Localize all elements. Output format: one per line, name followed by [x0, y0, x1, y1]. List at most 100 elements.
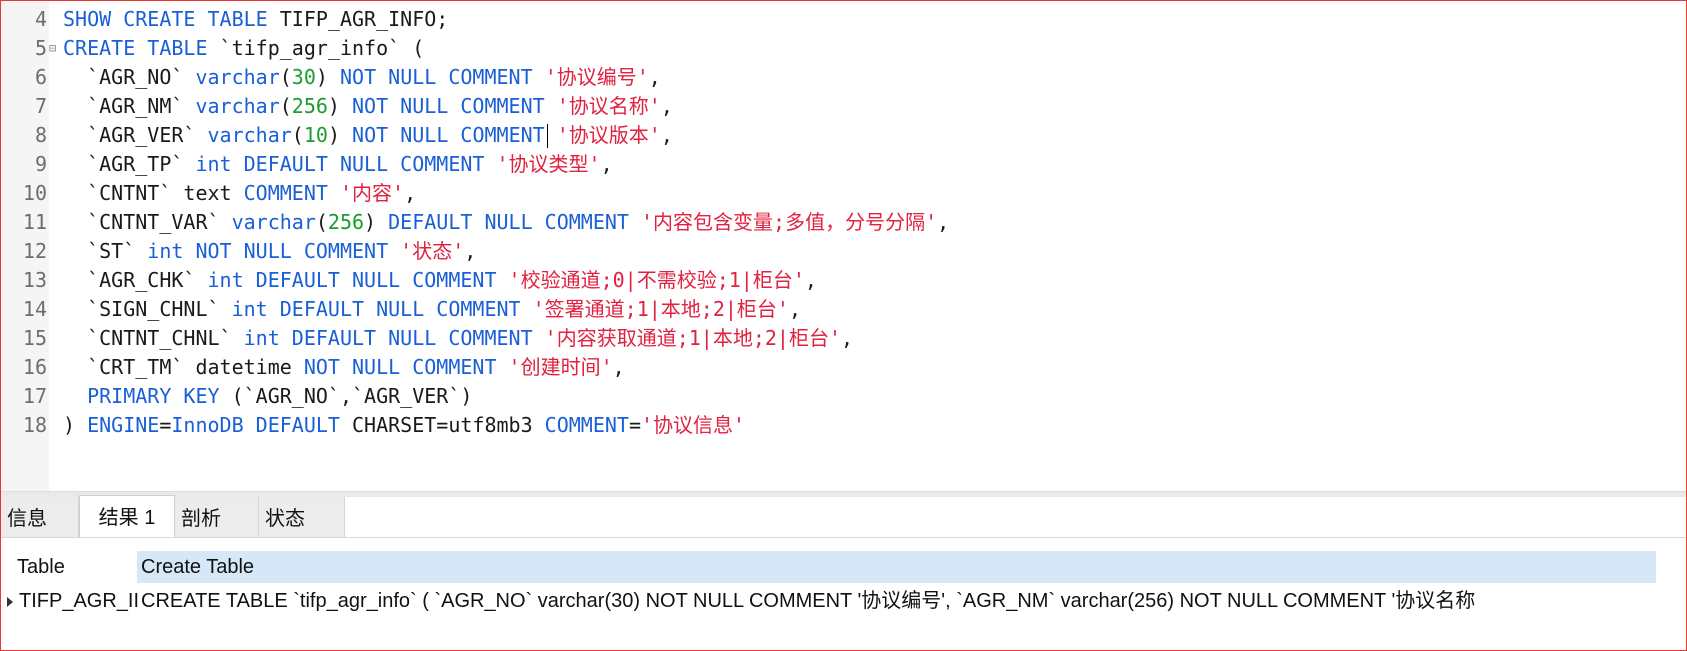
code-token-keyword: int DEFAULT NULL COMMENT: [207, 268, 497, 292]
code-token-text: ,: [660, 94, 673, 118]
code-line: `SIGN_CHNL` int DEFAULT NULL COMMENT '签署…: [63, 295, 801, 324]
text-caret: [547, 124, 548, 148]
code-token-text: `AGR_TP`: [63, 152, 196, 176]
code-token-string: '协议名称': [556, 94, 661, 118]
current-row-marker-icon: [7, 597, 13, 607]
code-token-number: 10: [303, 123, 328, 147]
line-number: 15: [22, 326, 47, 350]
code-token-string: '创建时间': [508, 355, 613, 379]
line-number: 9: [34, 152, 47, 176]
code-token-text: `ST`: [63, 239, 148, 263]
code-token-keyword: InnoDB DEFAULT: [171, 413, 340, 437]
code-token-string: '内容包含变量;多值，分号分隔': [641, 210, 938, 234]
code-line: SHOW CREATE TABLE TIFP_AGR_INFO;: [63, 5, 448, 34]
window-frame: 4 5 6 7 8 9 10 11 12 13 14 15 16 17 18 SHOW CREATE TAB…: [0, 0, 1687, 651]
code-line: `AGR_CHK` int DEFAULT NULL COMMENT '校验通道…: [63, 266, 817, 295]
code-token-keyword: varchar: [195, 94, 280, 118]
code-token-text: `tifp_agr_info` (: [207, 36, 425, 60]
code-token-text: ): [63, 413, 88, 437]
column-header-create-table[interactable]: Create Table: [137, 551, 1656, 583]
code-token-string: '协议信息': [641, 413, 746, 437]
code-token-keyword: COMMENT: [243, 181, 328, 205]
code-token-keyword: PRIMARY KEY: [87, 384, 220, 408]
code-line: `ST` int NOT NULL COMMENT '状态',: [63, 237, 476, 266]
code-token-text: CHARSET=utf8mb3: [339, 413, 545, 437]
code-token-text: ,: [788, 297, 801, 321]
code-token-text: ): [327, 123, 353, 147]
code-token-keyword: varchar: [195, 65, 280, 89]
code-token-text: `CNTNT_CHNL`: [63, 326, 244, 350]
tab-status[interactable]: 状态: [259, 497, 345, 537]
code-token-text: (: [279, 94, 292, 118]
code-token-keyword: varchar: [231, 210, 316, 234]
code-token-text: =: [159, 413, 172, 437]
result-tab-bar: 信息 结果 1 剖析 状态: [1, 495, 1686, 538]
code-token-keyword: NOT NULL COMMENT: [303, 355, 497, 379]
code-line: `CRT_TM` datetime NOT NULL COMMENT '创建时间…: [63, 353, 625, 382]
cell-create-table[interactable]: CREATE TABLE `tifp_agr_info` ( `AGR_NO` …: [139, 584, 1656, 618]
line-number: 17: [22, 384, 47, 408]
code-line: `AGR_TP` int DEFAULT NULL COMMENT '协议类型'…: [63, 150, 613, 179]
code-token-string: '签署通道;1|本地;2|柜台': [532, 297, 789, 321]
line-number: 6: [34, 65, 47, 89]
tab-info[interactable]: 信息: [1, 497, 79, 537]
code-token-text: ,: [648, 65, 661, 89]
line-number: 10: [22, 181, 47, 205]
code-token-string: '协议类型': [496, 152, 601, 176]
code-token-keyword: NOT NULL COMMENT: [352, 94, 545, 118]
code-token-keyword: CREATE TABLE: [63, 36, 208, 60]
line-number: 18: [22, 413, 47, 437]
tab-result-1[interactable]: 结果 1: [79, 495, 175, 537]
code-token-keyword: ENGINE: [87, 413, 160, 437]
code-token-text: `AGR_NO`: [63, 65, 196, 89]
code-token-number: 256: [327, 210, 365, 234]
line-number: 13: [22, 268, 47, 292]
code-token-text: ,: [464, 239, 477, 263]
column-header-table[interactable]: Table: [13, 551, 137, 583]
code-token-keyword: NOT NULL COMMENT: [352, 123, 545, 147]
code-token-string: '协议编号': [544, 65, 649, 89]
code-token-text: ): [364, 210, 389, 234]
code-token-string: '校验通道;0|不需校验;1|柜台': [508, 268, 805, 292]
code-token-text: ,: [600, 152, 613, 176]
result-grid: Table Create Table TIFP_AGR_II CREATE TA…: [1, 538, 1686, 650]
code-token-number: 30: [291, 65, 316, 89]
code-line: `CNTNT_VAR` varchar(256) DEFAULT NULL CO…: [63, 208, 949, 237]
code-token-text: (: [291, 123, 304, 147]
cell-table-name[interactable]: TIFP_AGR_II: [17, 584, 139, 618]
code-token-text: `CRT_TM` datetime: [63, 355, 304, 379]
line-number: 5: [34, 36, 47, 60]
code-token-text: `CNTNT` text: [63, 181, 244, 205]
code-token-keyword: COMMENT: [544, 413, 629, 437]
sql-editor[interactable]: 4 5 6 7 8 9 10 11 12 13 14 15 16 17 18 SHOW CREATE TAB…: [1, 1, 1686, 491]
fold-toggle-icon[interactable]: ⊟: [49, 34, 61, 63]
code-token-keyword: SHOW CREATE TABLE: [63, 7, 268, 31]
code-token-keyword: int DEFAULT NULL COMMENT: [243, 326, 533, 350]
code-line: `CNTNT` text COMMENT '内容',: [63, 179, 416, 208]
code-token-text: ,: [404, 181, 417, 205]
code-token-string: '协议版本': [556, 123, 661, 147]
line-number: 16: [22, 355, 47, 379]
code-line: `AGR_NM` varchar(256) NOT NULL COMMENT '…: [63, 92, 673, 121]
code-token-text: `AGR_VER`: [63, 123, 208, 147]
code-line: ) ENGINE=InnoDB DEFAULT CHARSET=utf8mb3 …: [63, 411, 745, 440]
code-token-text: TIFP_AGR_INFO;: [267, 7, 449, 31]
code-token-text: (: [315, 210, 328, 234]
line-number: 14: [22, 297, 47, 321]
code-token-string: '状态': [400, 239, 465, 263]
code-token-keyword: NOT NULL COMMENT: [339, 65, 533, 89]
tab-profile[interactable]: 剖析: [175, 497, 259, 537]
code-line: PRIMARY KEY (`AGR_NO`,`AGR_VER`): [63, 382, 472, 411]
code-token-text: `CNTNT_VAR`: [63, 210, 232, 234]
line-number-gutter: 4 5 6 7 8 9 10 11 12 13 14 15 16 17 18: [1, 1, 49, 491]
code-token-text: ): [327, 94, 353, 118]
